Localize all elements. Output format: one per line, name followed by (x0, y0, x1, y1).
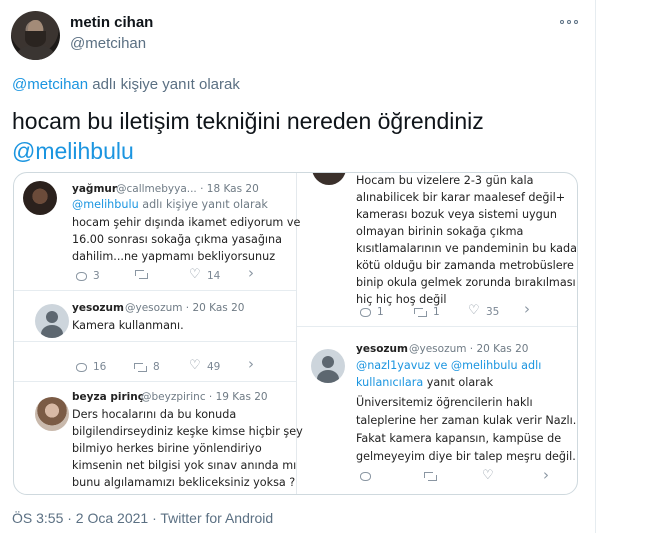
yesozum-name: yesozum (356, 343, 408, 355)
yesozum-line: gelmeyeyim diye bir talep meşru değil. (356, 450, 576, 463)
yagmur-line: 16.00 sonrası sokağa çıkma yasağına (72, 233, 282, 246)
share-icon (248, 270, 259, 281)
yagmur-reply-suffix: adlı kişiye yanıt olarak (138, 198, 268, 211)
yesozum-avatar (311, 349, 345, 383)
yagmur-name: yağmur (72, 183, 118, 195)
retweet-icon (424, 472, 437, 481)
yagmur-reply-mention: @melihbulu (72, 198, 139, 211)
top-share-action (524, 306, 535, 317)
yagmur-retweet-action (135, 270, 148, 279)
yesozum-reply-action (360, 472, 371, 481)
yesozum-retweet-action: 8 (134, 361, 160, 373)
share-icon (524, 306, 535, 317)
top-line: kötü olduğu bir zamanda metrobüslere (356, 259, 574, 272)
beyza-avatar (35, 397, 69, 431)
beyza-name: beyza pirinç (72, 391, 144, 403)
top-avatar (312, 173, 346, 185)
retweet-count: 1 (433, 306, 440, 318)
retweet-icon (135, 270, 148, 279)
reply-icon (76, 362, 87, 372)
top-line: binip okula gelmek zorunda bırakılması (356, 276, 576, 289)
yesozum-meta: @yesozum · 20 Kas 20 (125, 302, 245, 314)
divider (14, 381, 296, 382)
divider (14, 290, 296, 291)
yesozum-line: taleplerine her zaman kulak verir Nazlı. (356, 414, 577, 427)
yesozum-line: Üniversitemiz öğrencilerin haklı (356, 396, 533, 409)
yesozum-reply-link: kullanıcılara (356, 376, 424, 389)
yesozum-retweet-action (424, 472, 437, 481)
column-border (595, 0, 596, 533)
like-count: 49 (207, 361, 221, 373)
yagmur-share-action (248, 270, 259, 281)
top-like-action: 35 (468, 303, 500, 318)
top-line: kamerası bozuk veya sistemi uygun (356, 208, 557, 221)
reply-context: @metcihan adlı kişiye yanıt olarak (12, 76, 240, 93)
yesozum-reply-action: 16 (76, 361, 106, 373)
reply-count: 1 (377, 306, 384, 318)
beyza-line: kimsenin net bilgisi yok sınav anında mı (72, 459, 297, 472)
yagmur-reply-context: @melihbulu adlı kişiye yanıt olarak (72, 196, 268, 213)
heart-icon (189, 358, 201, 373)
yesozum-like-action (482, 468, 494, 483)
top-line: Hocam bu vizelere 2-3 gün kala (356, 174, 534, 187)
author-name[interactable]: metin cihan (70, 14, 153, 31)
yesozum-avatar (35, 304, 69, 338)
yagmur-avatar (23, 181, 57, 215)
like-count: 14 (207, 270, 221, 282)
yagmur-line: dahilim...ne yapmamı bekliyorsunuz (72, 250, 276, 263)
beyza-line: bilgilendirseydiniz keşke kimse hiçbir ş… (72, 425, 303, 438)
yesozum-meta: @yesozum · 20 Kas 20 (409, 343, 529, 355)
divider (14, 341, 296, 342)
author-handle[interactable]: @metcihan (70, 35, 146, 52)
more-horizontal-icon[interactable] (560, 16, 580, 28)
heart-icon (189, 267, 201, 282)
yagmur-like-action: 14 (189, 267, 221, 282)
yesozum-share-action (543, 472, 554, 483)
heart-icon (468, 303, 480, 318)
reply-mention-link[interactable]: @metcihan (12, 76, 88, 93)
beyza-line: Ders hocalarını da bu konuda (72, 408, 237, 421)
yesozum-share-action (248, 361, 259, 372)
attached-image[interactable]: yağmur @callmebyya... · 18 Kas 20 @melih… (13, 172, 578, 495)
tweet-body: hocam bu iletişim tekniğini nereden öğre… (12, 108, 484, 134)
heart-icon (482, 468, 494, 483)
beyza-line: bilmiyo herkes birine yönlendiriyo (72, 442, 262, 455)
reply-icon (76, 271, 87, 281)
top-line: kısıtlamalarının ve pandeminin bu kadar (356, 242, 578, 255)
retweet-count: 8 (153, 361, 160, 373)
tweet-mention-link[interactable]: @melihbulu (12, 136, 484, 166)
retweet-icon (414, 307, 427, 317)
beyza-line: bunu algılamamızı bekliceksiniz yoksa ? (72, 476, 296, 489)
yesozum-reply-mentions: @nazl1yavuz ve @melihbulu adlı (356, 359, 542, 372)
yesozum-name: yesozum (72, 302, 124, 314)
yagmur-line: hocam şehir dışında ikamet ediyorum ve (72, 216, 301, 229)
top-reply-action: 1 (360, 306, 384, 318)
reply-icon (360, 472, 371, 481)
yesozum-reply-context: kullanıcılara yanıt olarak (356, 374, 493, 391)
share-icon (248, 361, 259, 372)
share-icon (543, 472, 554, 483)
reply-suffix: adlı kişiye yanıt olarak (88, 76, 240, 93)
reply-count: 16 (93, 361, 107, 373)
avatar[interactable] (11, 11, 60, 60)
yesozum-like-action: 49 (189, 358, 221, 373)
yesozum-line: Fakat kamera kapansın, kampüse de (356, 432, 562, 445)
tweet-text: hocam bu iletişim tekniğini nereden öğre… (12, 106, 484, 166)
like-count: 35 (486, 306, 500, 318)
yesozum-text: Kamera kullanmanı. (72, 319, 184, 332)
reply-count: 3 (93, 270, 100, 282)
top-line: alınabilicek bir karar maalesef değil+ (356, 191, 566, 204)
top-retweet-action: 1 (414, 306, 440, 318)
beyza-meta: @beyzpirinc · 19 Kas 20 (141, 391, 268, 403)
tweet-timestamp[interactable]: ÖS 3:55 · 2 Oca 2021 · Twitter for Andro… (12, 510, 273, 526)
top-line: olmayan birinin sokağa çıkma (356, 225, 524, 238)
divider (297, 326, 577, 327)
yesozum-reply-suffix: yanıt olarak (423, 376, 494, 389)
yagmur-meta: @callmebyya... · 18 Kas 20 (116, 183, 259, 195)
reply-icon (360, 307, 371, 317)
retweet-icon (134, 362, 147, 372)
yagmur-reply-action: 3 (76, 270, 100, 282)
